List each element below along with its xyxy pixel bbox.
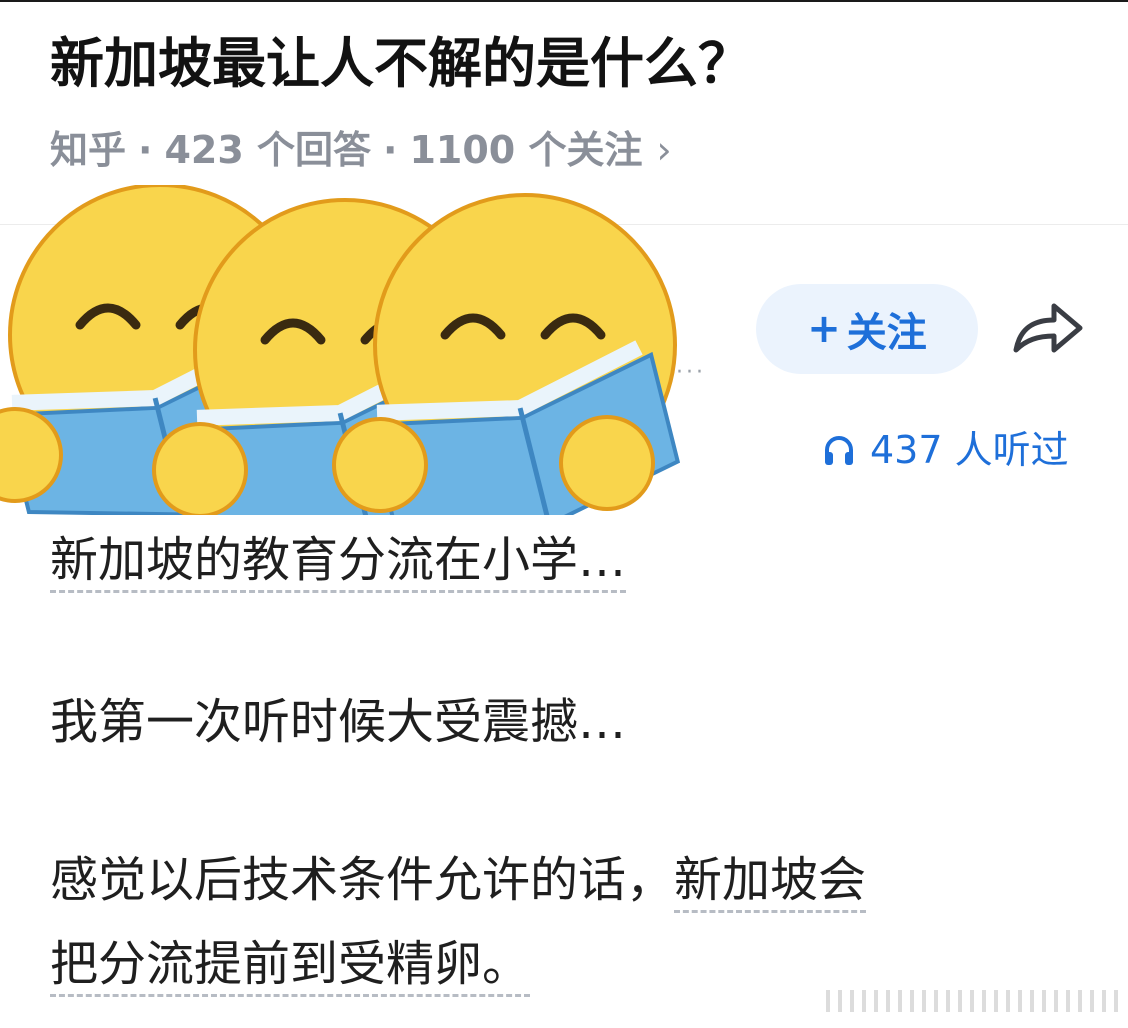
answer-count: 423 个回答 [164, 128, 372, 172]
follow-label: 关注 [846, 310, 927, 356]
answer-link-text: 把分流提前到受精卵 [50, 936, 483, 992]
headphones-icon [825, 436, 853, 465]
answer-line: 新加坡的教育分流在小学… [50, 520, 627, 600]
question-meta[interactable]: 知乎 · 423 个回答 · 1100 个关注 › [50, 122, 672, 178]
answer-line: 感觉以后技术条件允许的话，新加坡会 [50, 840, 867, 920]
answer-line: 我第一次听时候大受震撼… [50, 694, 627, 750]
meta-separator: · [138, 128, 153, 172]
answer-period: 。 [482, 936, 531, 992]
share-arrow-icon[interactable] [1010, 300, 1084, 360]
follow-button[interactable]: + 关注 [756, 284, 978, 374]
listen-count-label: 437 人听过 [870, 428, 1069, 472]
chevron-right-icon: › [656, 128, 672, 172]
answer-line: 把分流提前到受精卵。 [50, 924, 531, 1004]
answer-link[interactable]: 把分流提前到受精卵。 [50, 936, 531, 997]
answer-link[interactable]: 新加坡会 [674, 852, 867, 913]
question-title[interactable]: 新加坡最让人不解的是什么？ [50, 28, 752, 100]
reading-emoji-avatars[interactable] [0, 185, 700, 515]
follow-count: 1100 个关注 [409, 128, 643, 172]
listen-count[interactable]: 437 人听过 [822, 422, 1069, 478]
meta-separator: · [383, 128, 398, 172]
plus-icon: + [807, 306, 841, 352]
top-border [0, 0, 1128, 2]
answer-link[interactable]: 新加坡的教育分流在小学… [50, 532, 627, 593]
scroll-indicator[interactable] [826, 990, 1118, 1012]
answer-text: 感觉以后技术条件允许的话， [50, 852, 675, 908]
source-label: 知乎 [50, 128, 127, 172]
